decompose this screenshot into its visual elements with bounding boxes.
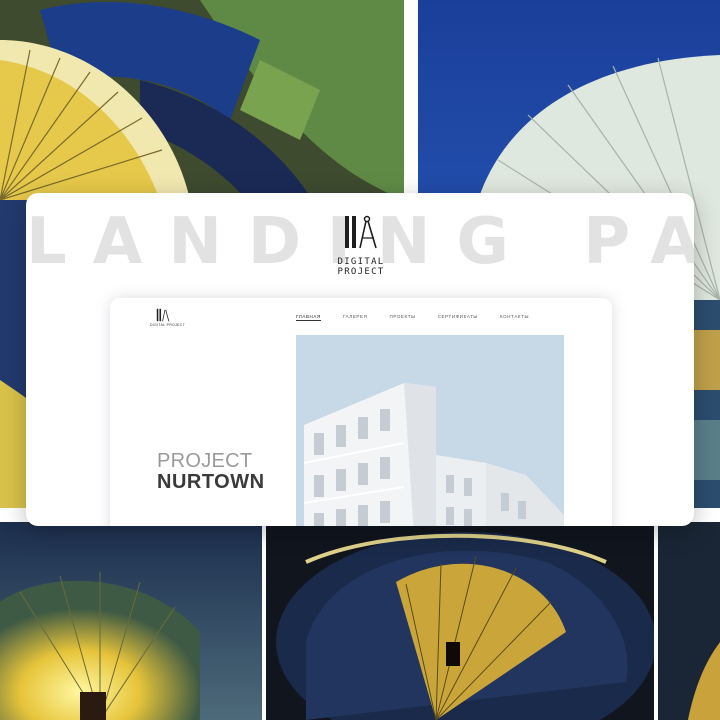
hero-title-bold: NURTOWN <box>157 471 265 493</box>
nav-item-home[interactable]: ГЛАВНАЯ <box>296 314 321 321</box>
landing-preview-card: LANDING PAGE DIGITAL PROJECT DIGITAL PRO… <box>26 193 694 526</box>
collage-photo-dome-night <box>266 522 654 720</box>
collage-photo-dome-sunset <box>0 522 262 720</box>
mockup-brand-name: DIGITAL PROJECT <box>150 323 186 327</box>
mockup-nav: ГЛАВНАЯ ГАЛЕРЕЯ ПРОЕКТЫ СЕРТИФИКАТЫ КОНТ… <box>296 314 551 321</box>
website-mockup: DIGITAL PROJECT ГЛАВНАЯ ГАЛЕРЕЯ ПРОЕКТЫ … <box>110 298 612 526</box>
nav-item-projects[interactable]: ПРОЕКТЫ <box>390 314 416 321</box>
brand-name: DIGITAL PROJECT <box>337 257 385 277</box>
nav-item-gallery[interactable]: ГАЛЕРЕЯ <box>343 314 368 321</box>
nav-item-contacts[interactable]: КОНТАКТЫ <box>500 314 529 321</box>
hero-title-light: PROJECT <box>157 450 253 472</box>
hero-building-image <box>296 335 564 526</box>
nav-item-certificates[interactable]: СЕРТИФИКАТЫ <box>438 314 478 321</box>
brand-logo-icon <box>345 215 377 249</box>
collage-photo-dome-dusk <box>658 522 720 720</box>
mockup-logo-icon[interactable] <box>156 308 170 322</box>
